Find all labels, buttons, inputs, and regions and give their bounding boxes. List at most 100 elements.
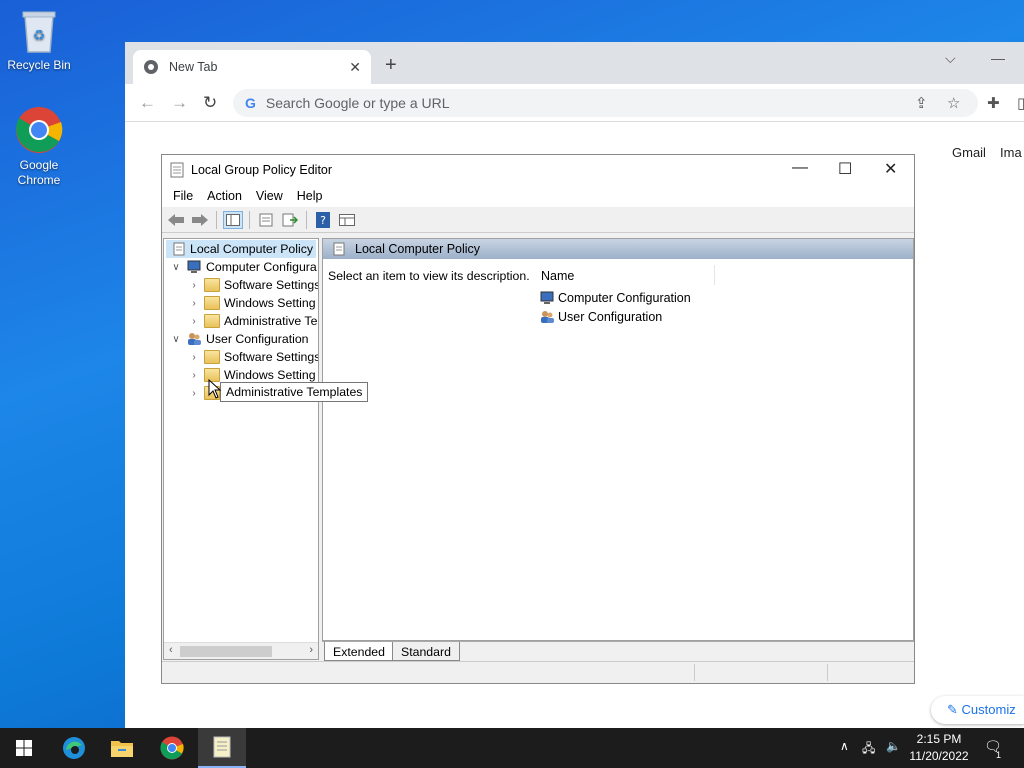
close-icon[interactable]: ✕ [884,159,897,179]
volume-muted-icon[interactable]: 🔈 [886,739,901,753]
list-item-computer-configuration[interactable]: Computer Configuration [539,289,691,307]
browser-toolbar: ← → ↻ G Search Google or type a URL ⇪ ☆ … [125,84,1024,122]
tree-item-label: Administrative Te [224,314,318,328]
minimize-icon[interactable]: — [792,159,808,177]
show-hidden-icons-icon[interactable]: ∧ [840,739,849,753]
chevron-right-icon[interactable]: › [188,280,200,291]
taskbar: ∧ 🖧 🔈 2:15 PM 11/20/2022 🗨 1 [0,728,1024,768]
taskbar-clock[interactable]: 2:15 PM 11/20/2022 [906,731,972,765]
taskbar-file-explorer[interactable] [98,728,146,768]
tree-item-administrative-templates[interactable]: › Administrative Te [188,312,317,330]
description-text: Select an item to view its description. [328,269,530,283]
google-g-icon: G [245,95,256,111]
tree-item-software-settings[interactable]: › Software Settings [188,348,319,366]
chevron-down-icon[interactable]: ∨ [170,334,182,345]
list-item-label: Computer Configuration [558,291,691,305]
tree-item-user-configuration[interactable]: ∨ User Configuration [170,330,308,348]
chevron-down-icon[interactable]: ∨ [170,262,182,273]
omnibox-placeholder: Search Google or type a URL [265,95,450,111]
maximize-icon[interactable]: ☐ [838,159,852,179]
scroll-right-icon[interactable]: › [309,644,313,656]
details-pane: Local Computer Policy Select an item to … [322,238,914,641]
list-item-user-configuration[interactable]: User Configuration [539,308,662,326]
start-button[interactable] [0,728,48,768]
tree-item-computer-configuration[interactable]: ∨ Computer Configura [170,258,317,276]
tab-extended[interactable]: Extended [324,642,394,661]
desktop-icon-google-chrome[interactable]: Google Chrome [0,106,78,188]
star-icon[interactable]: ☆ [947,94,960,112]
column-header-name[interactable]: Name [535,265,715,285]
details-header-title: Local Computer Policy [355,242,481,256]
menu-help[interactable]: Help [290,189,330,203]
customize-label: Customiz [961,702,1016,717]
desktop-icon-label: Recycle Bin [7,58,71,72]
chevron-right-icon[interactable]: › [188,352,200,363]
folder-icon [204,296,220,310]
policy-document-icon [333,242,345,256]
menu-action[interactable]: Action [200,189,249,203]
properties-icon[interactable] [256,211,276,229]
tab-strip: New Tab ✕ + ⌵ — [125,42,1024,84]
folder-icon [111,741,133,757]
forward-arrow-icon[interactable]: → [171,93,188,113]
tree-item-windows-settings[interactable]: › Windows Setting [188,294,316,312]
gmail-link[interactable]: Gmail [952,145,986,160]
gpe-menu-bar: File Action View Help [162,185,914,207]
close-tab-icon[interactable]: ✕ [349,59,361,76]
menu-file[interactable]: File [166,189,200,203]
customize-chrome-button[interactable]: ✎ Customiz [931,696,1024,724]
mouse-cursor-icon [208,379,222,399]
chevron-right-icon[interactable]: › [188,388,200,399]
extensions-icon[interactable]: ✚ [987,94,1000,112]
taskbar-chrome[interactable] [148,728,196,768]
tab-standard[interactable]: Standard [392,642,460,661]
chevron-right-icon[interactable]: › [188,316,200,327]
policy-document-icon [213,736,231,758]
scroll-left-icon[interactable]: ‹ [169,644,173,656]
network-icon[interactable]: 🖧 [862,739,875,760]
side-panel-icon[interactable]: ▯ [1017,94,1024,112]
chevron-right-icon[interactable]: › [188,370,200,381]
minimize-icon[interactable]: — [991,50,1005,66]
desktop-icon-recycle-bin[interactable]: ♻ Recycle Bin [0,8,78,72]
new-tab-button[interactable]: + [385,54,397,77]
policy-document-icon [170,162,184,178]
taskbar-edge[interactable] [50,728,98,768]
back-arrow-icon[interactable]: ← [139,93,156,113]
windows-logo-icon [16,740,32,756]
tree-item-label: Software Settings [224,350,319,364]
tree-item-local-computer-policy[interactable]: Local Computer Policy [166,240,316,258]
tree-item-label: Computer Configura [206,260,317,274]
share-icon[interactable]: ⇪ [915,94,928,112]
folder-icon [204,314,220,328]
export-list-icon[interactable] [280,211,300,229]
tree-horizontal-scrollbar[interactable]: ‹ › [164,642,318,659]
help-icon[interactable]: ? [313,211,333,229]
show-tree-icon[interactable] [223,210,243,229]
omnibox[interactable]: G Search Google or type a URL [233,89,978,117]
chrome-icon [16,107,63,153]
view-tabs: Extended Standard [322,641,914,661]
chevron-down-icon[interactable]: ⌵ [945,50,956,67]
console-tree[interactable]: Local Computer Policy ∨ Computer Configu… [163,238,319,660]
taskbar-group-policy-editor[interactable] [198,728,246,768]
menu-view[interactable]: View [249,189,290,203]
tab-new-tab[interactable]: New Tab ✕ [133,50,371,84]
reload-icon[interactable]: ↻ [203,93,217,113]
computer-icon [540,291,554,304]
forward-arrow-icon[interactable] [190,211,210,229]
tree-item-label: Local Computer Policy [190,242,314,256]
gpe-title: Local Group Policy Editor [191,163,333,177]
chrome-tab-icon [144,60,158,74]
notification-count-badge: 1 [996,750,1002,760]
scrollbar-thumb[interactable] [180,646,272,657]
clock-date: 11/20/2022 [909,749,969,763]
tree-item-software-settings[interactable]: › Software Settings [188,276,318,294]
desktop-icon-label: Google Chrome [17,158,61,187]
images-link[interactable]: Ima [1000,145,1022,160]
list-item-label: User Configuration [558,310,663,324]
chevron-right-icon[interactable]: › [188,298,200,309]
filter-view-icon[interactable] [337,211,357,229]
clock-time: 2:15 PM [916,732,962,746]
back-arrow-icon[interactable] [166,211,186,229]
